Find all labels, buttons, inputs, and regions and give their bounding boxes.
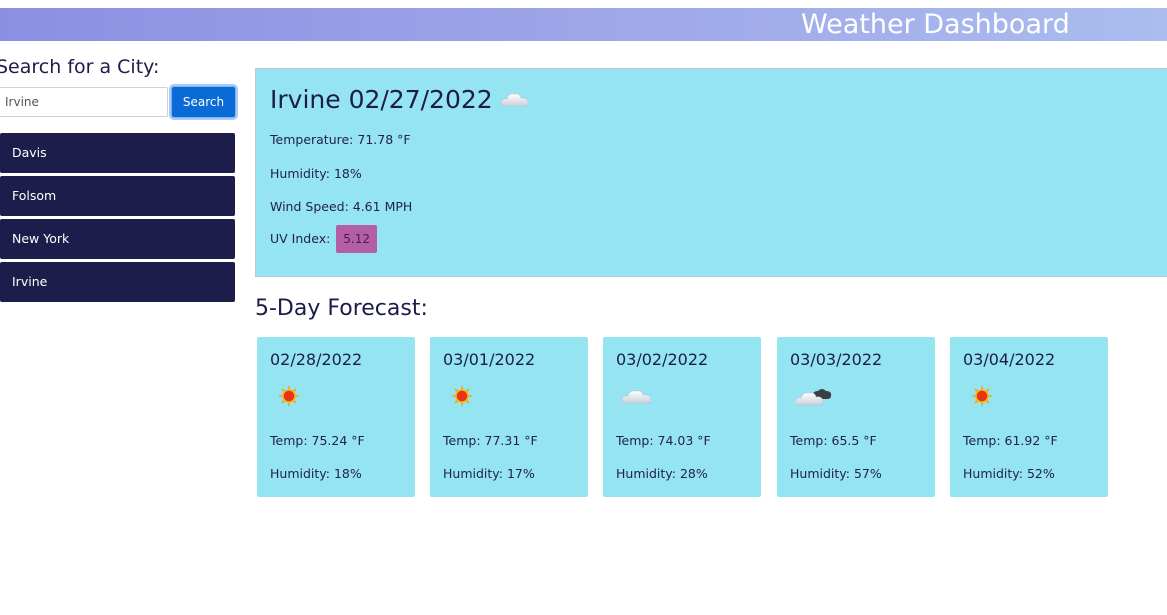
- forecast-temp: Temp: 65.5 °F: [790, 433, 877, 448]
- current-wind-speed: Wind Speed: 4.61 MPH: [270, 199, 413, 214]
- forecast-date: 03/04/2022: [963, 350, 1056, 369]
- sun-icon: [452, 386, 472, 406]
- forecast-card: 03/01/2022 Temp: 77.31 °F Humidity: 17%: [430, 337, 588, 497]
- forecast-humidity: Humidity: 52%: [963, 466, 1055, 481]
- forecast-humidity: Humidity: 28%: [616, 466, 708, 481]
- cloud-icon: [500, 93, 529, 107]
- forecast-temp: Temp: 74.03 °F: [616, 433, 711, 448]
- current-weather-panel: Irvine 02/27/2022 Temperature: 71.78 °F …: [255, 68, 1167, 277]
- search-input[interactable]: [0, 87, 168, 117]
- history-item-new-york[interactable]: New York: [0, 219, 235, 259]
- forecast-temp: Temp: 75.24 °F: [270, 433, 365, 448]
- history-item-davis[interactable]: Davis: [0, 133, 235, 173]
- forecast-card: 02/28/2022 Temp: 75.24 °F Humidity: 18%: [257, 337, 415, 497]
- dark-cloud-icon: [795, 389, 832, 406]
- forecast-card: 03/02/2022 Temp: 74.03 °F Humidity: 28%: [603, 337, 761, 497]
- search-label: Search for a City:: [0, 56, 160, 78]
- header-bar: Weather Dashboard: [0, 8, 1167, 41]
- forecast-title: 5-Day Forecast:: [255, 296, 428, 321]
- current-humidity: Humidity: 18%: [270, 166, 362, 181]
- forecast-temp: Temp: 77.31 °F: [443, 433, 538, 448]
- uv-label: UV Index:: [270, 231, 331, 246]
- forecast-date: 03/01/2022: [443, 350, 536, 369]
- history-item-irvine[interactable]: Irvine: [0, 262, 235, 302]
- sun-icon: [972, 386, 992, 406]
- search-button[interactable]: Search: [171, 86, 236, 118]
- sun-icon: [279, 386, 299, 406]
- uv-index-badge: 5.12: [336, 225, 377, 253]
- history-item-folsom[interactable]: Folsom: [0, 176, 235, 216]
- forecast-humidity: Humidity: 17%: [443, 466, 535, 481]
- forecast-card: 03/04/2022 Temp: 61.92 °F Humidity: 52%: [950, 337, 1108, 497]
- forecast-date: 03/02/2022: [616, 350, 709, 369]
- forecast-humidity: Humidity: 57%: [790, 466, 882, 481]
- search-history: Davis Folsom New York Irvine: [0, 133, 235, 305]
- page-title: Weather Dashboard: [801, 9, 1070, 40]
- forecast-date: 03/03/2022: [790, 350, 883, 369]
- forecast-temp: Temp: 61.92 °F: [963, 433, 1058, 448]
- forecast-humidity: Humidity: 18%: [270, 466, 362, 481]
- current-temperature: Temperature: 71.78 °F: [270, 132, 411, 147]
- current-city-date: Irvine 02/27/2022: [270, 85, 493, 114]
- current-uv-row: UV Index: 5.12: [270, 225, 377, 253]
- forecast-date: 02/28/2022: [270, 350, 363, 369]
- cloud-icon: [621, 390, 652, 404]
- forecast-card: 03/03/2022 Temp: 65.5 °F Humidity: 57%: [777, 337, 935, 497]
